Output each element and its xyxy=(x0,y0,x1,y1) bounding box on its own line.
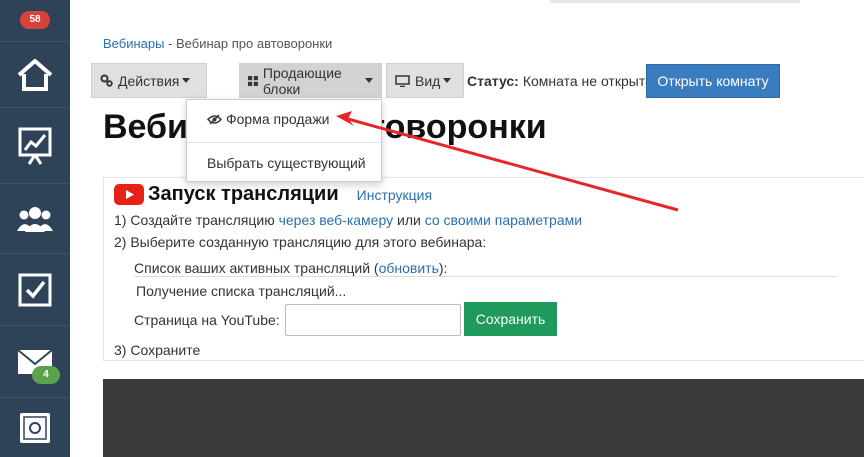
actions-label: Действия xyxy=(118,72,180,89)
menu-item-sale-form-label: Форма продажи xyxy=(226,111,330,127)
chevron-down-icon xyxy=(443,78,452,83)
list-label-prefix: Список ваших активных трансляций ( xyxy=(134,260,379,276)
active-broadcasts-label: Список ваших активных трансляций (обнови… xyxy=(134,260,447,276)
grid-icon xyxy=(248,75,258,86)
sidebar-item-mail[interactable]: 4 xyxy=(0,326,70,398)
actions-dropdown-button[interactable]: Действия xyxy=(91,63,207,98)
status-label: Статус: xyxy=(467,72,519,89)
video-player-area xyxy=(103,379,864,457)
open-room-button[interactable]: Открыть комнату xyxy=(646,64,780,98)
sidebar: 58 4 xyxy=(0,0,70,457)
webcam-link[interactable]: через веб-камеру xyxy=(279,212,394,228)
view-label: Вид xyxy=(415,72,441,89)
list-label-suffix: ): xyxy=(438,260,448,276)
broadcast-title: Запуск трансляции xyxy=(148,183,339,205)
refresh-link[interactable]: обновить xyxy=(379,260,439,276)
gears-icon xyxy=(100,74,113,87)
instruction-link[interactable]: Инструкция xyxy=(357,187,432,203)
eye-slash-icon xyxy=(207,114,222,124)
broadcast-panel: Запуск трансляции Инструкция 1) Создайте… xyxy=(103,177,864,361)
youtube-icon xyxy=(114,184,144,205)
step-3: 3) Сохраните xyxy=(114,342,201,358)
sidebar-notifications[interactable]: 58 xyxy=(0,0,70,42)
youtube-page-label: Страница на YouTube: xyxy=(134,312,280,328)
breadcrumb-separator: - xyxy=(164,36,177,51)
sidebar-item-safe[interactable] xyxy=(0,398,70,457)
sidebar-item-users[interactable] xyxy=(0,184,70,254)
analytics-icon xyxy=(18,127,52,165)
step-2: 2) Выберите созданную трансляцию для это… xyxy=(114,234,487,250)
home-icon xyxy=(17,58,53,91)
chevron-down-icon xyxy=(365,78,373,83)
menu-item-sale-form[interactable]: Форма продажи xyxy=(187,108,383,130)
step-1: 1) Создайте трансляцию через веб-камеру … xyxy=(114,212,582,228)
youtube-page-input[interactable] xyxy=(285,304,461,336)
menu-item-choose-existing[interactable]: Выбрать существующий xyxy=(187,152,383,174)
users-icon xyxy=(17,206,53,232)
save-button[interactable]: Сохранить xyxy=(464,302,557,336)
sidebar-item-home[interactable] xyxy=(0,42,70,108)
mail-badge: 4 xyxy=(32,366,60,384)
broadcast-header: Запуск трансляции Инструкция xyxy=(114,183,432,206)
menu-divider xyxy=(187,142,383,143)
sales-blocks-menu: Форма продажи Выбрать существующий xyxy=(186,99,383,182)
sales-blocks-label: Продающие блоки xyxy=(262,64,342,97)
top-strip xyxy=(550,0,800,3)
sales-blocks-dropdown-button[interactable]: Продающие блоки xyxy=(239,63,382,98)
notifications-badge: 58 xyxy=(20,11,50,29)
status-value: Комната не открыта xyxy=(522,72,653,89)
safe-icon xyxy=(20,412,50,443)
custom-params-link[interactable]: со своими параметрами xyxy=(425,212,582,228)
monitor-icon xyxy=(395,74,410,87)
room-status: Статус: Комната не открыта xyxy=(467,63,653,98)
step-1-prefix: 1) Создайте трансляцию xyxy=(114,212,279,228)
step-1-mid: или xyxy=(393,212,425,228)
divider xyxy=(134,276,836,277)
tasks-checkbox-icon xyxy=(18,273,52,306)
view-dropdown-button[interactable]: Вид xyxy=(386,63,464,98)
sidebar-item-analytics[interactable] xyxy=(0,108,70,184)
breadcrumb: Вебинары - Вебинар про автоворонки xyxy=(103,36,332,51)
breadcrumb-current: Вебинар про автоворонки xyxy=(176,36,333,51)
loading-text: Получение списка трансляций... xyxy=(136,283,347,299)
sidebar-item-tasks[interactable] xyxy=(0,254,70,326)
breadcrumb-webinars-link[interactable]: Вебинары xyxy=(103,36,164,51)
chevron-down-icon xyxy=(182,78,191,83)
